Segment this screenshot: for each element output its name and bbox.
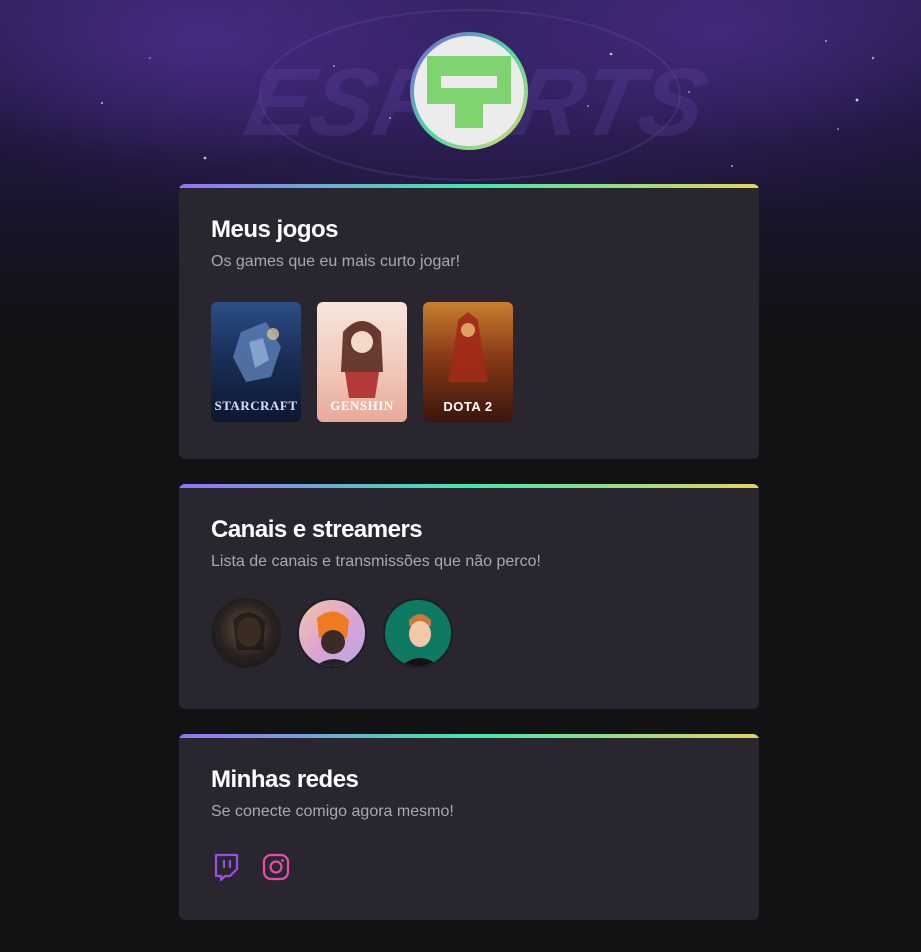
channel-avatar-1[interactable] xyxy=(211,598,281,668)
game-cover-dota2[interactable]: DOTA 2 xyxy=(423,302,513,422)
socials-title: Minhas redes xyxy=(211,766,359,793)
socials-list xyxy=(211,852,727,882)
profile-avatar xyxy=(410,32,528,150)
channels-card: Canais e streamers Lista de canais e tra… xyxy=(179,484,759,709)
games-title: Meus jogos xyxy=(211,216,339,243)
twitch-icon xyxy=(214,853,239,882)
channels-title: Canais e streamers xyxy=(211,516,423,543)
games-list: STARCRAFT GENSHIN DOTA 2 xyxy=(211,302,727,422)
channel-avatar-3[interactable] xyxy=(383,598,453,668)
game-label: GENSHIN xyxy=(330,398,394,413)
games-card: Meus jogos Os games que eu mais curto jo… xyxy=(179,184,759,459)
socials-card: Minhas redes Se conecte comigo agora mes… xyxy=(179,734,759,920)
game-label: STARCRAFT xyxy=(214,398,298,413)
socials-subtitle: Se conecte comigo agora mesmo! xyxy=(211,803,454,820)
channels-list xyxy=(211,598,727,668)
game-cover-starcraft[interactable]: STARCRAFT xyxy=(211,302,301,422)
instagram-link[interactable] xyxy=(261,852,291,882)
instagram-icon xyxy=(262,853,290,881)
streamer-1-photo xyxy=(233,612,265,650)
games-subtitle: Os games que eu mais curto jogar! xyxy=(211,253,461,270)
streamer-3-photo xyxy=(401,614,439,666)
channel-avatar-2[interactable] xyxy=(297,598,367,668)
game-label: DOTA 2 xyxy=(443,399,493,414)
streamer-2-photo xyxy=(315,611,353,666)
game-cover-genshin[interactable]: GENSHIN xyxy=(317,302,407,422)
pin-logo-icon xyxy=(427,56,511,128)
twitch-link[interactable] xyxy=(211,852,241,882)
channels-subtitle: Lista de canais e transmissões que não p… xyxy=(211,553,541,570)
